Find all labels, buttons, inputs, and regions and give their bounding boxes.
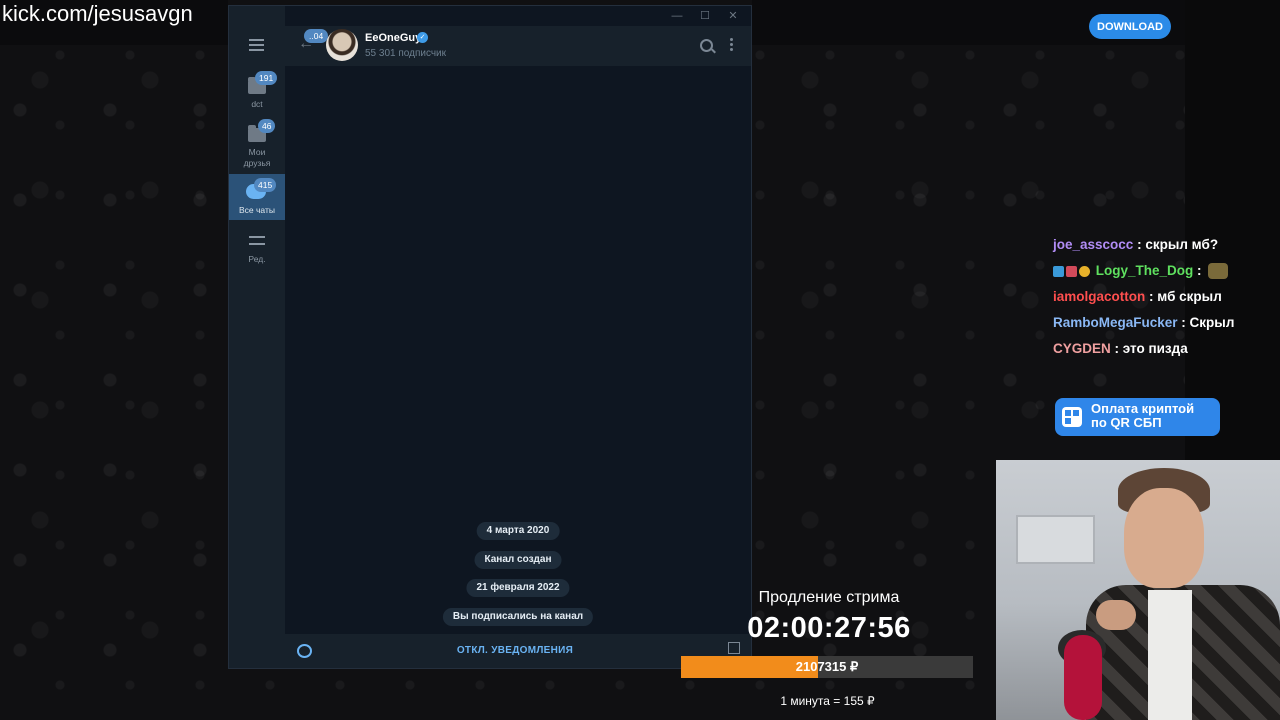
chat-message: CYGDEN : это пизда	[1053, 341, 1188, 356]
streamer-face	[1124, 488, 1204, 588]
user-badges	[1053, 262, 1092, 280]
unread-badge: 191	[255, 71, 278, 85]
chat-username: Logy_The_Dog	[1095, 263, 1194, 278]
crypto-line-1: Оплата криптой	[1091, 401, 1195, 416]
folder-dct[interactable]: 191 dct	[229, 68, 285, 112]
time-rate: 1 минута = 155 ₽	[780, 694, 875, 708]
search-icon[interactable]	[700, 39, 713, 52]
chat-message: joe_asscocc : скрыл мб?	[1053, 237, 1219, 252]
channel-name[interactable]: EeOneGuy	[365, 32, 421, 44]
folder-edit[interactable]: Ред.	[229, 228, 285, 268]
service-message: 4 марта 2020	[476, 522, 560, 540]
streamer-tshirt	[1148, 590, 1192, 720]
webcam-feed	[996, 460, 1280, 720]
comments-icon[interactable]	[297, 644, 312, 658]
minimize-icon[interactable]: —	[663, 6, 691, 26]
chat-username: iamolgacotton	[1053, 289, 1146, 304]
donation-progress-bar: 2107315 ₽	[681, 656, 973, 678]
close-icon[interactable]: ✕	[719, 6, 747, 26]
qr-code-icon	[1062, 407, 1082, 427]
stream-url: kick.com/jesusavgn	[2, 1, 193, 26]
streamer-hand	[1096, 600, 1136, 630]
back-unread-badge: ..04	[304, 29, 329, 43]
chat-text: скрыл мб?	[1145, 237, 1219, 252]
chat-header: ← ..04 EeOneGuy ✓ 55 301 подписчик	[285, 26, 751, 66]
live-chat: joe_asscocc : скрыл мб? Logy_The_Dog : i…	[1053, 236, 1278, 366]
folder-label: Все чаты	[239, 205, 275, 215]
chat-username: joe_asscocc	[1053, 237, 1134, 252]
verified-icon: ✓	[417, 32, 428, 43]
folder-my-friends[interactable]: 46 Мои друзья	[229, 116, 285, 172]
folder-label: dct	[251, 99, 263, 109]
progress-amount: 2107315 ₽	[795, 659, 859, 674]
stream-right-strip	[1185, 0, 1280, 460]
chat-message: iamolgacotton : мб скрыл	[1053, 289, 1222, 304]
chat-text: это пизда	[1122, 341, 1188, 356]
crypto-payment-button[interactable]: Оплата криптой по QR СБП	[1055, 398, 1220, 436]
chat-message: Logy_The_Dog :	[1053, 262, 1278, 288]
microphone-icon	[1064, 635, 1102, 720]
folder-sidebar: 191 dct 46 Мои друзья 415 Все чаты Ред.	[229, 6, 285, 668]
message-area: 4 марта 2020 Канал создан 21 февраля 202…	[285, 66, 751, 634]
mute-notifications-button[interactable]: ОТКЛ. УВЕДОМЛЕНИЯ	[415, 642, 615, 660]
wall-frame	[1016, 515, 1095, 564]
window-controls: — ☐ ✕	[663, 6, 747, 26]
download-button[interactable]: DOWNLOAD	[1089, 14, 1171, 39]
chat-username: CYGDEN	[1053, 341, 1111, 356]
emote-icon	[1207, 263, 1228, 280]
maximize-icon[interactable]: ☐	[691, 6, 719, 26]
service-message: Канал создан	[474, 551, 562, 569]
telegram-window: 191 dct 46 Мои друзья 415 Все чаты Ред. …	[228, 5, 752, 669]
coin-badge-icon	[1079, 266, 1090, 278]
chat-text: мб скрыл	[1157, 289, 1222, 304]
timer-label: Продление стрима	[758, 589, 900, 606]
folder-all-chats[interactable]: 415 Все чаты	[229, 174, 285, 220]
heart-badge-icon	[1066, 266, 1077, 278]
sub-badge-icon	[1053, 266, 1064, 278]
unread-badge: 46	[258, 119, 276, 133]
chat-message: RamboMegaFucker : Скрыл	[1053, 315, 1235, 330]
more-menu-icon[interactable]	[730, 38, 733, 52]
chat-text: Скрыл	[1189, 315, 1235, 330]
channel-avatar[interactable]	[326, 29, 358, 61]
service-message: 21 февраля 2022	[466, 579, 570, 597]
unread-badge: 415	[254, 178, 277, 192]
sliders-icon	[249, 236, 265, 250]
chat-username: RamboMegaFucker	[1053, 315, 1178, 330]
stream-timer: 02:00:27:56	[747, 612, 911, 644]
crypto-line-2: по QR СБП	[1091, 415, 1162, 430]
folder-label: Ред.	[248, 254, 266, 264]
service-message: Вы подписались на канал	[442, 608, 594, 626]
menu-icon[interactable]	[249, 39, 264, 51]
crypto-button-label: Оплата криптой по QR СБП	[1091, 402, 1194, 430]
subscriber-count: 55 301 подписчик	[365, 48, 447, 59]
folder-label: Мои друзья	[243, 147, 271, 168]
